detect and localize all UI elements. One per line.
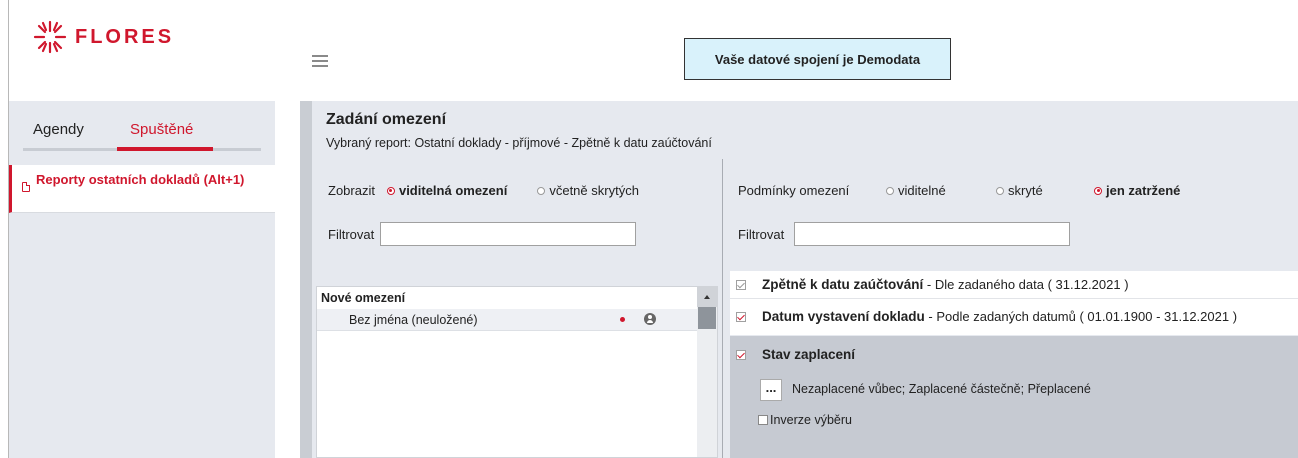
radio-visible-restrictions[interactable]: viditelná omezení bbox=[386, 183, 507, 198]
invert-selection-label: Inverze výběru bbox=[770, 413, 852, 427]
list-scrollbar[interactable] bbox=[697, 287, 717, 457]
selected-values-text: Nezaplacené vůbec; Zaplacené částečně; P… bbox=[792, 382, 1091, 396]
conditions-label: Podmínky omezení bbox=[738, 183, 850, 198]
list-item-name: Bez jména (neuložené) bbox=[349, 313, 478, 327]
connection-banner: Vaše datové spojení je Demodata bbox=[684, 38, 951, 80]
unsaved-dot-icon bbox=[620, 317, 625, 322]
tab-agendy[interactable]: Agendy bbox=[33, 121, 84, 138]
sidebar-tabs: Agendy Spuštěné bbox=[9, 101, 275, 156]
document-icon bbox=[22, 182, 30, 192]
invert-checkbox-box[interactable] bbox=[758, 415, 768, 425]
right-filter-input[interactable] bbox=[794, 222, 1071, 246]
condition-row: Zpětně k datu zaúčtování - Dle zadaného … bbox=[730, 271, 1298, 299]
condition-text: Datum vystavení dokladu - Podle zadaných… bbox=[762, 309, 1238, 324]
condition-row-expanded: Stav zaplacení ... Nezaplacené vůbec; Za… bbox=[730, 336, 1298, 458]
condition-row: Datum vystavení dokladu - Podle zadaných… bbox=[730, 299, 1298, 335]
select-values-button[interactable]: ... bbox=[760, 379, 782, 401]
invert-selection-checkbox[interactable]: Inverze výběru bbox=[758, 413, 852, 427]
panel-splitter[interactable] bbox=[300, 101, 312, 458]
sidebar-item-label: Reporty ostatních dokladů (Alt+1) bbox=[36, 172, 245, 187]
condition-checkbox[interactable] bbox=[736, 350, 746, 360]
tab-spustene[interactable]: Spuštěné bbox=[130, 121, 193, 138]
tab-active-indicator bbox=[117, 147, 213, 151]
menu-icon[interactable] bbox=[312, 55, 328, 67]
app-window: FLORES Vaše datové spojení je Demodata A… bbox=[0, 0, 1298, 458]
page-title: Zadání omezení bbox=[326, 111, 447, 128]
left-filter-row: Filtrovat bbox=[328, 222, 637, 246]
right-filter-label: Filtrovat bbox=[738, 226, 785, 242]
radio-including-hidden[interactable]: včetně skrytých bbox=[537, 183, 639, 198]
radio-hidden[interactable]: skryté bbox=[996, 183, 1043, 198]
condition-text: Zpětně k datu zaúčtování - Dle zadaného … bbox=[762, 277, 1129, 292]
right-filter-row: Filtrovat bbox=[738, 222, 1071, 246]
sidebar-item-reporty[interactable]: Reporty ostatních dokladů (Alt+1) bbox=[9, 165, 275, 213]
left-filter-label: Filtrovat bbox=[328, 226, 375, 242]
condition-text: Stav zaplacení bbox=[762, 347, 856, 362]
condition-checkbox[interactable] bbox=[736, 312, 746, 322]
flores-logo-icon bbox=[33, 20, 67, 54]
main-panel: Zadání omezení Vybraný report: Ostatní d… bbox=[312, 101, 1298, 458]
left-filter-input[interactable] bbox=[380, 222, 637, 246]
restriction-list: Nové omezení Bez jména (neuložené) bbox=[316, 286, 718, 458]
logo-text: FLORES bbox=[75, 25, 175, 48]
condition-options-row: Podmínky omezení viditelné skryté jen za… bbox=[738, 183, 1298, 203]
header: FLORES Vaše datové spojení je Demodata bbox=[9, 0, 1298, 101]
user-icon bbox=[644, 313, 656, 325]
scroll-up-icon[interactable] bbox=[697, 287, 717, 307]
conditions-right-column: Podmínky omezení viditelné skryté jen za… bbox=[724, 159, 1298, 458]
page-subtitle: Vybraný report: Ostatní doklady - příjmo… bbox=[326, 136, 712, 150]
list-header: Nové omezení bbox=[321, 291, 406, 305]
restrictions-left-column: Zobrazit viditelná omezení včetně skrytý… bbox=[312, 159, 723, 458]
radio-visible[interactable]: viditelné bbox=[886, 183, 946, 198]
list-item[interactable]: Bez jména (neuložené) bbox=[317, 309, 697, 331]
window-edge bbox=[0, 0, 9, 458]
sidebar: Agendy Spuštěné Reporty ostatních doklad… bbox=[9, 101, 275, 458]
scroll-thumb[interactable] bbox=[698, 307, 716, 329]
condition-checkbox[interactable] bbox=[736, 280, 746, 290]
flores-logo: FLORES bbox=[33, 20, 174, 54]
show-options-row: Zobrazit viditelná omezení včetně skrytý… bbox=[328, 183, 639, 198]
show-label: Zobrazit bbox=[328, 183, 375, 198]
radio-only-checked[interactable]: jen zatržené bbox=[1094, 183, 1180, 198]
